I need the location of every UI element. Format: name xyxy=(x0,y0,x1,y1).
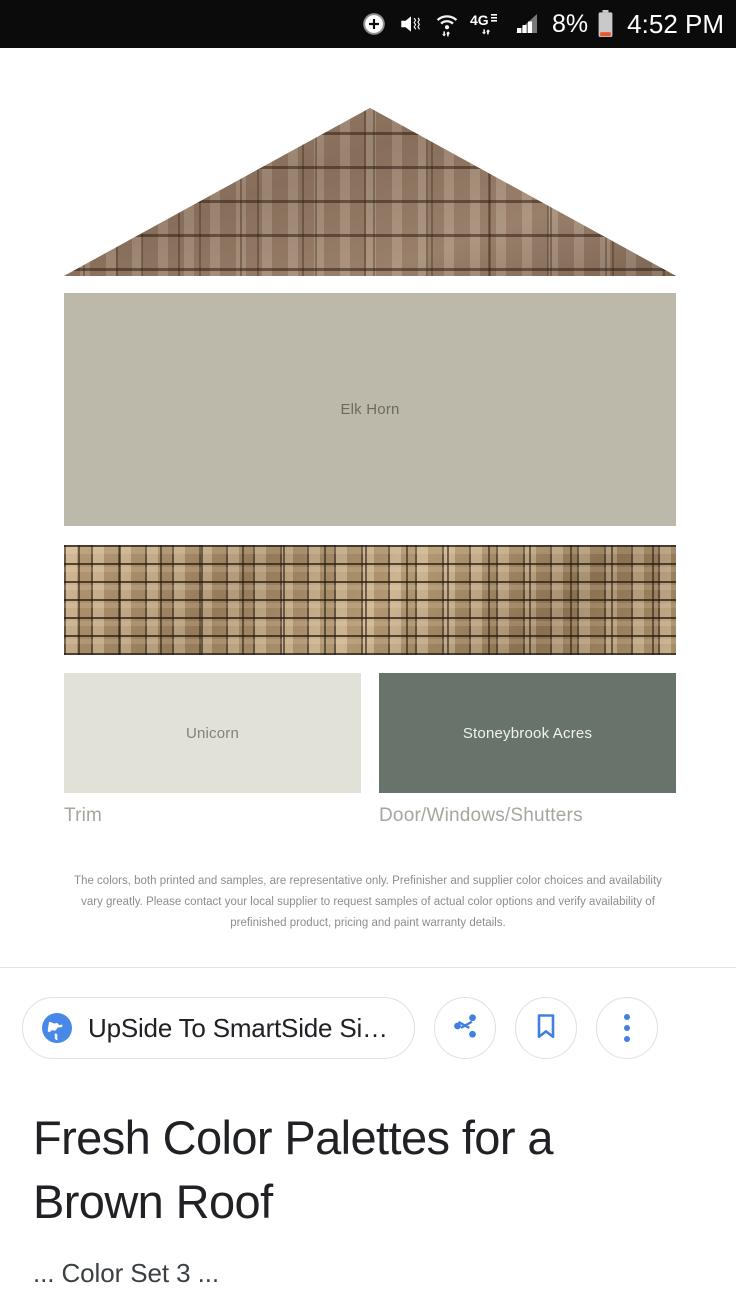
share-icon xyxy=(450,1011,480,1046)
swatch-door-caption: Door/Windows/Shutters xyxy=(379,805,583,826)
disclaimer-text: The colors, both printed and samples, ar… xyxy=(74,875,662,929)
more-options-button[interactable] xyxy=(595,997,658,1059)
wifi-icon xyxy=(435,11,459,37)
siding-swatch: Elk Horn xyxy=(64,293,676,526)
more-vertical-icon xyxy=(623,1014,630,1042)
status-bar: 4G 8% 4:52 PM xyxy=(0,0,736,48)
action-row: UpSide To SmartSide Si… xyxy=(0,997,736,1059)
battery-percent-label: 8% xyxy=(552,9,589,38)
siding-color-label: Elk Horn xyxy=(340,401,400,418)
result-snippet: ... Color Set 3 ... xyxy=(33,1258,219,1288)
roof-shingle-icon xyxy=(64,108,676,276)
swatch-row: Unicorn Stoneybrook Acres xyxy=(64,673,676,793)
color-palette-image[interactable]: Elk Horn Unicorn Stoneybrook Acres Trim … xyxy=(0,48,736,929)
swatch-trim-caption: Trim xyxy=(64,805,103,826)
signal-bars-icon xyxy=(513,11,541,37)
volume-mute-vibrate-icon xyxy=(398,11,424,37)
swatch-caption-row: Trim Door/Windows/Shutters xyxy=(64,805,676,827)
image-result-card: UpSide To SmartSide Si… Fresh Color Pale… xyxy=(0,968,736,1308)
swatch-trim-label: Unicorn xyxy=(185,724,240,742)
swatch-trim: Unicorn xyxy=(64,673,361,793)
swatch-door: Stoneybrook Acres xyxy=(379,673,676,793)
battery-icon xyxy=(597,9,614,39)
globe-icon xyxy=(40,1011,74,1045)
bookmark-button[interactable] xyxy=(514,997,577,1059)
share-button[interactable] xyxy=(433,997,496,1059)
source-url-label: UpSide To SmartSide Si… xyxy=(88,1012,388,1043)
swatch-door-label: Stoneybrook Acres xyxy=(462,724,593,742)
bookmark-icon xyxy=(531,1011,561,1046)
source-url-chip[interactable]: UpSide To SmartSide Si… xyxy=(22,997,415,1059)
stone-veneer-swatch xyxy=(64,545,676,655)
network-4g-icon: 4G xyxy=(470,11,502,37)
do-not-disturb-icon xyxy=(361,11,387,37)
svg-text:4G: 4G xyxy=(470,12,489,28)
clock-label: 4:52 PM xyxy=(627,8,724,39)
page-title: Fresh Color Palettes for a Brown Roof xyxy=(33,1111,554,1228)
